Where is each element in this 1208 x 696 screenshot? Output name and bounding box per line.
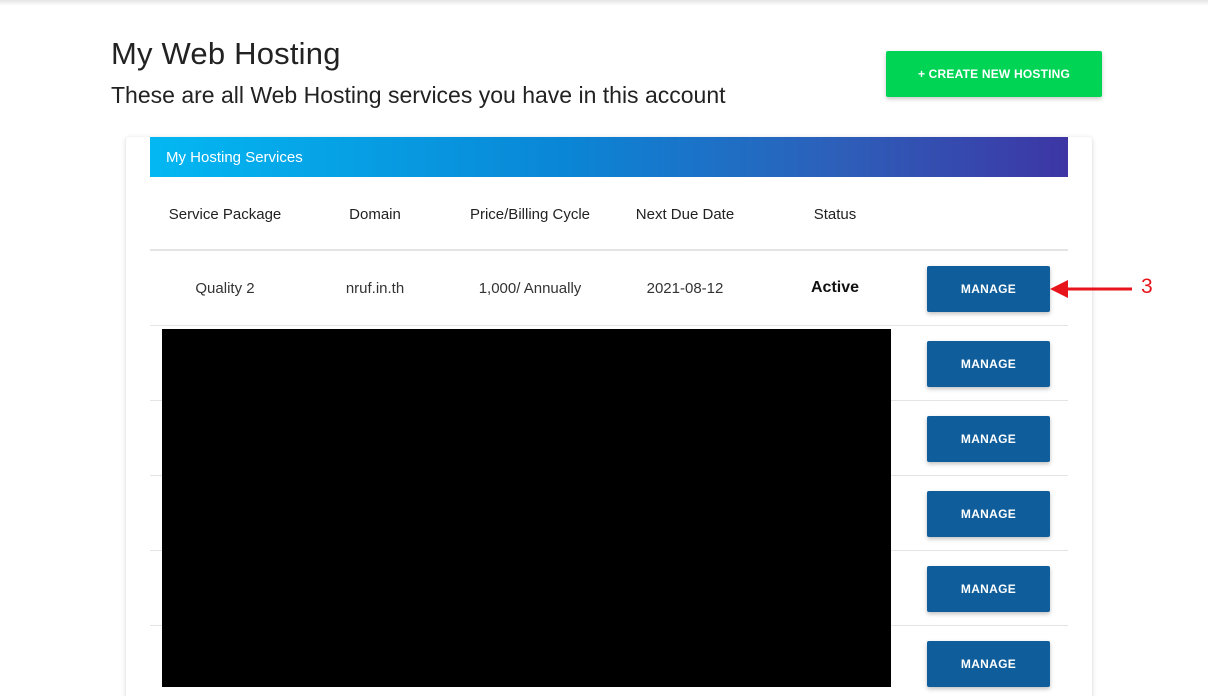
table-row: Quality 2 nruf.in.th 1,000/ Annually 202… [150, 251, 1068, 326]
column-header-status: Status [813, 205, 857, 223]
card-header: My Hosting Services [150, 137, 1068, 177]
annotation-arrow-icon [1050, 280, 1132, 298]
manage-button[interactable]: MANAGE [927, 641, 1050, 687]
card-title: My Hosting Services [166, 148, 303, 166]
create-new-hosting-button[interactable]: + CREATE NEW HOSTING [886, 51, 1102, 97]
manage-button[interactable]: MANAGE [927, 341, 1050, 387]
column-header-price-billing-cycle: Price/Billing Cycle [469, 205, 591, 223]
page-subtitle: These are all Web Hosting services you h… [111, 82, 726, 108]
top-shadow [0, 0, 1208, 6]
manage-button[interactable]: MANAGE [927, 491, 1050, 537]
cell-status: Active [810, 279, 860, 296]
cell-service-package: Quality 2 [195, 279, 255, 297]
cell-domain: nruf.in.th [345, 279, 405, 297]
cell-next-due-date: 2021-08-12 [646, 279, 724, 297]
page: My Web Hosting These are all Web Hosting… [0, 0, 1208, 696]
manage-button[interactable]: MANAGE [927, 566, 1050, 612]
annotation-number: 3 [1141, 275, 1153, 298]
column-header-next-due-date: Next Due Date [635, 205, 735, 223]
cell-price-billing-cycle: 1,000/ Annually [478, 279, 582, 297]
column-header-domain: Domain [349, 205, 401, 223]
redaction-block [162, 329, 891, 687]
table-header-row: Service Package Domain Price/Billing Cyc… [150, 177, 1068, 251]
page-title: My Web Hosting [111, 36, 341, 71]
manage-button[interactable]: MANAGE [927, 416, 1050, 462]
column-header-service-package: Service Package [168, 205, 282, 223]
manage-button[interactable]: MANAGE [927, 266, 1050, 312]
